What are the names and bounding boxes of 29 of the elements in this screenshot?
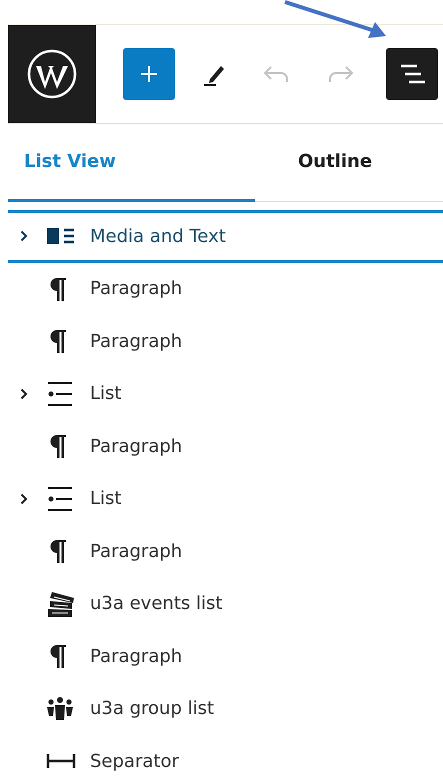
chevron-icon[interactable] (20, 492, 28, 505)
list-view-item[interactable]: u3a group list (8, 682, 443, 735)
separator-icon (46, 752, 76, 770)
list-view-button[interactable] (386, 48, 438, 100)
wordpress-logo[interactable] (8, 25, 96, 123)
list-view-item[interactable]: Separator (8, 735, 443, 778)
chevron-icon[interactable] (20, 388, 28, 400)
list-view-item[interactable]: Paragraph (8, 525, 443, 578)
list-view-item[interactable]: Paragraph (8, 315, 443, 368)
list-view-item[interactable]: Paragraph (8, 420, 443, 472)
tab[interactable]: Outline (255, 124, 415, 202)
tab[interactable]: List View (8, 124, 255, 202)
media-text-icon (46, 226, 76, 246)
list-view-item[interactable]: Paragraph (8, 630, 443, 682)
plus-icon (139, 64, 159, 84)
list-view-icon (398, 63, 426, 85)
bulleted-list-icon (46, 486, 74, 512)
people-icon (46, 696, 74, 722)
chevron-icon[interactable] (20, 230, 28, 242)
redo-icon (328, 65, 354, 83)
undo-icon (263, 65, 289, 83)
add-block-button[interactable] (123, 48, 175, 100)
list-view-item[interactable]: Media and Text (8, 210, 443, 262)
list-view-item[interactable]: List (8, 472, 443, 525)
list-view-item[interactable]: u3a events list (8, 578, 443, 630)
bulleted-list-icon (46, 380, 74, 407)
list-view-item[interactable]: List (8, 368, 443, 420)
wordpress-logo-icon (27, 49, 77, 99)
list-view-item[interactable]: Paragraph (8, 262, 443, 315)
